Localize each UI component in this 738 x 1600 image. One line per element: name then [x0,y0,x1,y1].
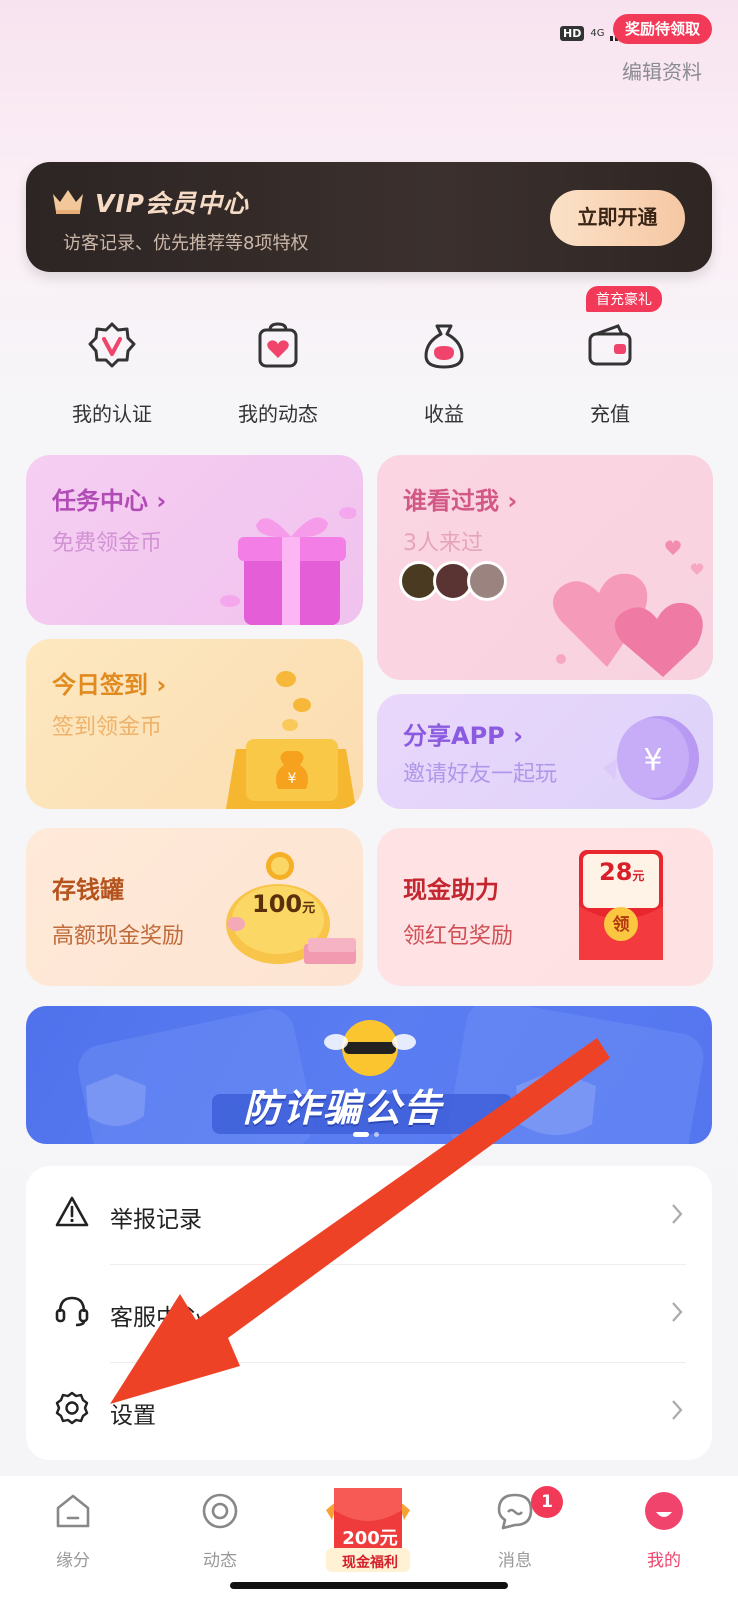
share-app-card[interactable]: 分享APP › 邀请好友一起玩 ¥ [377,694,713,809]
task-center-card[interactable]: 任务中心 › 免费领金币 [26,455,363,625]
first-recharge-badge: 首充豪礼 [586,286,662,312]
vip-title: VIP会员中心 [95,189,249,218]
quick-label: 我的认证 [72,402,152,426]
gift-box-icon [220,507,356,625]
sign-in-card[interactable]: 今日签到 › 签到领金币 ¥ [26,639,363,809]
chevron-right-icon [672,1204,683,1224]
network-indicator: 4G [590,27,605,39]
money-bag-icon [424,324,464,369]
card-subtitle: 签到领金币 [52,715,163,740]
cash-assist-card[interactable]: 现金助力 领红包奖励 28元 领 [377,828,713,986]
card-title: 任务中心 › [52,487,167,515]
home-icon [56,1494,90,1528]
tab-label: 缘分 [56,1551,90,1571]
menu-label: 客服中心 [110,1305,202,1331]
card-subtitle: 邀请好友一起玩 [403,762,558,787]
quick-earnings[interactable]: 收益 [384,320,504,427]
svg-text:¥: ¥ [288,771,297,787]
carousel-dot-active [353,1132,369,1137]
verified-badge-icon [88,322,136,368]
menu-label: 举报记录 [110,1207,202,1233]
card-title: 现金助力 [403,876,499,904]
claim-label: 领 [612,915,630,935]
hearts-icon [553,540,704,677]
heart-bag-icon [258,322,298,368]
card-title: 今日签到 › [52,671,167,699]
hd-indicator: HD [560,25,585,41]
card-subtitle: 高额现金奖励 [52,924,185,949]
cash-welfare-amount: 200元 [342,1528,398,1549]
chevron-right-icon [672,1302,683,1322]
menu-label: 设置 [110,1403,156,1429]
open-vip-button[interactable]: 立即开通 [550,190,685,246]
visitor-avatar [467,561,507,601]
carousel-dot [374,1132,379,1137]
crown-icon [53,190,83,214]
home-indicator [230,1582,508,1589]
banner-title: 防诈骗公告 [243,1086,444,1130]
quick-label: 收益 [424,402,464,426]
card-subtitle: 3人来过 [403,531,483,556]
circle-icon [202,1493,238,1529]
coin-icon: ¥ [603,716,699,800]
quick-label: 我的动态 [238,402,318,426]
message-count-badge: 1 [531,1486,563,1518]
card-subtitle: 免费领金币 [52,531,163,556]
jar-amount: 100元 [252,890,316,918]
quick-moments[interactable]: 我的动态 [218,320,338,427]
reward-pending-pill[interactable]: 奖励待领取 [613,14,713,44]
card-title: 存钱罐 [52,876,124,904]
svg-text:¥: ¥ [643,743,662,778]
tab-label: 我的 [647,1551,681,1571]
cash-amount: 28元 [599,858,645,886]
quick-verify[interactable]: 我的认证 [52,320,172,427]
menu-item-support[interactable]: 客服中心 [26,1264,712,1362]
profile-icon [645,1492,683,1530]
headset-icon [55,1296,89,1327]
menu-item-report[interactable]: 举报记录 [26,1166,712,1264]
tab-fate[interactable]: 缘分 [23,1490,123,1571]
menu-item-settings[interactable]: 设置 [26,1362,712,1460]
piggy-bank-card[interactable]: 存钱罐 高额现金奖励 100元 [26,828,363,986]
chat-icon [497,1493,533,1530]
visitors-card[interactable]: 谁看过我 › 3人来过 [377,455,713,680]
warning-icon [55,1196,89,1227]
card-title: 分享APP › [403,722,524,750]
vip-subtitle: 访客记录、优先推荐等8项特权 [63,233,309,254]
quick-recharge[interactable]: 充值 [550,320,670,427]
card-subtitle: 领红包奖励 [403,924,514,949]
card-title: 谁看过我 › [403,487,518,515]
cash-welfare-label: 现金福利 [342,1555,398,1571]
chevron-right-icon [672,1400,683,1420]
tab-label: 消息 [498,1551,532,1571]
tab-moments[interactable]: 动态 [170,1490,270,1571]
gear-icon [55,1391,89,1425]
tab-label: 动态 [203,1551,237,1571]
tab-me[interactable]: 我的 [614,1490,714,1571]
coin-box-icon: ¥ [226,671,356,809]
quick-label: 充值 [590,402,630,426]
wallet-icon [588,324,632,366]
edit-profile-link[interactable]: 编辑资料 [622,56,702,85]
